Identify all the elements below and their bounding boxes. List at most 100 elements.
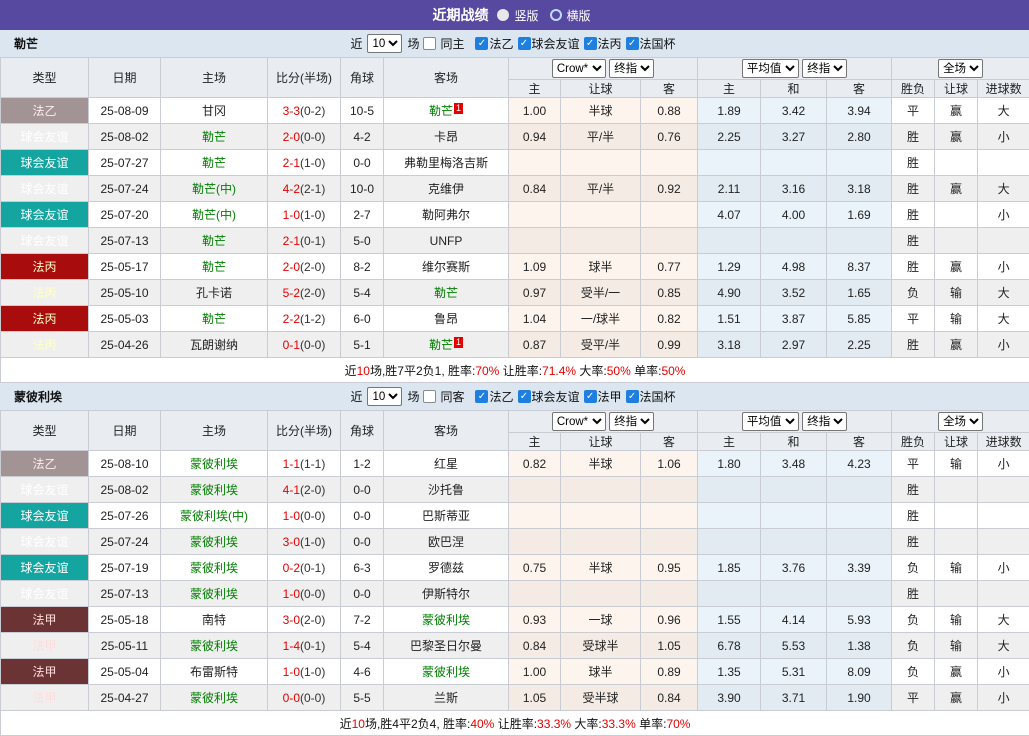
scope-select[interactable]: 全场: [938, 59, 983, 78]
fulltime-score: 4-2: [283, 182, 300, 196]
league-checkbox[interactable]: [626, 390, 639, 403]
avg-away-odds: 5.93: [827, 607, 892, 633]
avg-draw-odds: [761, 150, 827, 176]
team-link: 蒙彼利埃: [422, 665, 470, 679]
corner-score: 8-2: [341, 254, 384, 280]
away-team: 罗德兹: [384, 555, 509, 581]
league-badge: 球会友谊: [1, 477, 89, 503]
col-header-corner: 角球: [341, 58, 384, 98]
odds-away: [641, 228, 698, 254]
subcol-header-odds-handicap: 让球: [561, 80, 641, 98]
league-badge: 球会友谊: [1, 202, 89, 228]
match-row: 法甲25-04-27蒙彼利埃0-0(0-0)5-5兰斯1.05受半球0.843.…: [1, 685, 1029, 711]
summary-segment: 场,胜7平2负1, 胜率:: [370, 364, 475, 378]
league-checkbox[interactable]: [584, 390, 597, 403]
subcol-header-avg-away: 客: [827, 80, 892, 98]
team-link: 蒙彼利埃: [190, 639, 238, 653]
league-checkbox[interactable]: [584, 37, 597, 50]
result-handicap: [935, 202, 978, 228]
avg-home-odds: [698, 228, 761, 254]
team-link: 巴黎圣日尔曼: [410, 639, 482, 653]
score-halftime: 1-0(1-0): [268, 202, 341, 228]
halftime-score: (2-1): [300, 182, 325, 196]
summary-segment: 单率:: [636, 717, 667, 731]
corner-score: 2-7: [341, 202, 384, 228]
halftime-score: (1-0): [300, 156, 325, 170]
result-overunder: 小: [978, 555, 1029, 581]
match-date: 25-05-17: [89, 254, 161, 280]
corner-score: 1-2: [341, 451, 384, 477]
team-link: 孔卡诺: [196, 286, 232, 300]
odds-home: [509, 529, 561, 555]
average-odds-group-header: 平均值 终指: [698, 411, 892, 433]
league-checkbox[interactable]: [626, 37, 639, 50]
avg-home-odds: 1.85: [698, 555, 761, 581]
odds-handicap: 半球: [561, 555, 641, 581]
fulltime-score: 1-0: [283, 665, 300, 679]
odds-home: 1.05: [509, 685, 561, 711]
scope-select[interactable]: 全场: [938, 412, 983, 431]
team-link: 勒芒: [202, 234, 226, 248]
avg-away-odds: 5.85: [827, 306, 892, 332]
result-handicap: 赢: [935, 98, 978, 124]
result-outcome: 胜: [892, 228, 935, 254]
avg-draw-odds: [761, 477, 827, 503]
avg-draw-odds: 3.16: [761, 176, 827, 202]
average-time-select[interactable]: 终指: [802, 412, 847, 431]
same-venue-checkbox[interactable]: [423, 390, 436, 403]
match-date: 25-07-24: [89, 529, 161, 555]
bookmaker-select[interactable]: Crow*: [552, 59, 606, 78]
average-select[interactable]: 平均值: [742, 59, 799, 78]
home-team: 勒芒: [161, 254, 268, 280]
league-badge: 球会友谊: [1, 503, 89, 529]
vertical-layout-radio[interactable]: [497, 9, 509, 21]
match-count-select[interactable]: 10: [367, 387, 402, 406]
league-checkbox[interactable]: [518, 390, 531, 403]
corner-score: 0-0: [341, 150, 384, 176]
score-halftime: 1-1(1-1): [268, 451, 341, 477]
avg-home-odds: [698, 529, 761, 555]
league-filter-label: 法国杯: [640, 388, 676, 405]
avg-away-odds: 1.69: [827, 202, 892, 228]
league-badge: 法甲: [1, 633, 89, 659]
summary-segment: 33.3%: [602, 717, 636, 731]
league-checkbox[interactable]: [518, 37, 531, 50]
horizontal-layout-radio[interactable]: [550, 9, 562, 21]
result-overunder: [978, 503, 1029, 529]
subcol-header-odds-home: 主: [509, 80, 561, 98]
avg-away-odds: [827, 150, 892, 176]
corner-score: 0-0: [341, 477, 384, 503]
score-halftime: 0-0(0-0): [268, 685, 341, 711]
result-handicap: [935, 529, 978, 555]
summary-segment: 50%: [607, 364, 631, 378]
summary-segment: 近: [340, 717, 352, 731]
result-outcome: 负: [892, 659, 935, 685]
subcol-header-avg-home: 主: [698, 80, 761, 98]
bookmaker-select[interactable]: Crow*: [552, 412, 606, 431]
halftime-score: (2-0): [300, 483, 325, 497]
home-team: 勒芒: [161, 228, 268, 254]
league-badge: 法丙: [1, 280, 89, 306]
average-select[interactable]: 平均值: [742, 412, 799, 431]
summary-segment: 近: [345, 364, 357, 378]
away-team: 勒芒: [384, 280, 509, 306]
games-label: 场: [407, 35, 419, 52]
summary-segment: 40%: [470, 717, 494, 731]
odds-handicap: [561, 228, 641, 254]
same-venue-checkbox[interactable]: [423, 37, 436, 50]
avg-draw-odds: 4.14: [761, 607, 827, 633]
match-count-select[interactable]: 10: [367, 34, 402, 53]
odds-time-select[interactable]: 终指: [609, 59, 654, 78]
odds-away: 1.05: [641, 633, 698, 659]
league-checkbox[interactable]: [475, 390, 488, 403]
odds-time-select[interactable]: 终指: [609, 412, 654, 431]
result-outcome: 胜: [892, 202, 935, 228]
team-link: 南特: [202, 613, 226, 627]
match-date: 25-05-11: [89, 633, 161, 659]
league-checkbox[interactable]: [475, 37, 488, 50]
average-time-select[interactable]: 终指: [802, 59, 847, 78]
odds-away: 0.89: [641, 659, 698, 685]
result-overunder: 小: [978, 254, 1029, 280]
match-row: 法丙25-05-10孔卡诺5-2(2-0)5-4勒芒0.97受半/一0.854.…: [1, 280, 1029, 306]
subcol-header-outcome: 胜负: [892, 433, 935, 451]
